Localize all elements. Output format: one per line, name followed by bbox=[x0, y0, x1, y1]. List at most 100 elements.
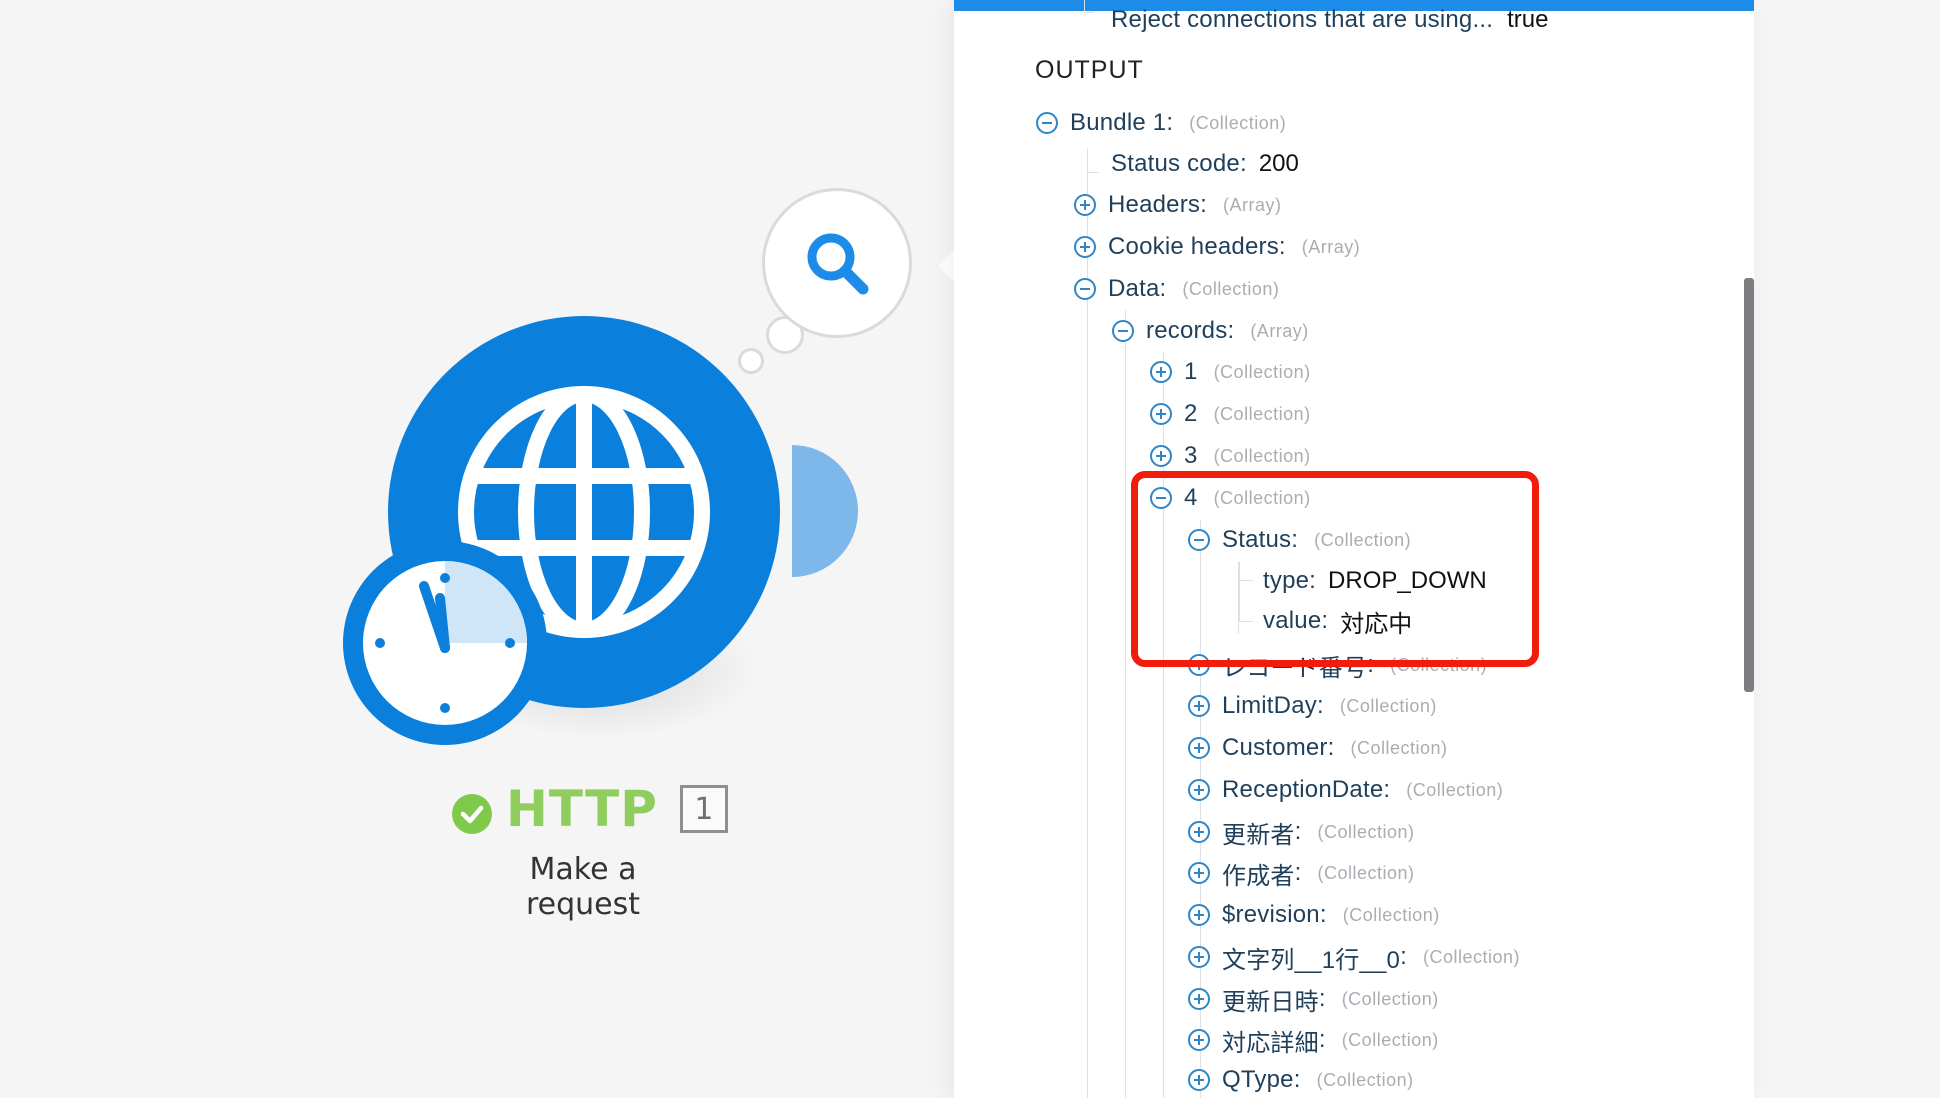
tree-row-headers[interactable]: Headers: (Array) bbox=[1074, 185, 1282, 225]
tree-guide bbox=[1087, 172, 1099, 173]
tree-row-type: (Collection) bbox=[1342, 904, 1440, 925]
tree-row-key: QType bbox=[1222, 1066, 1294, 1093]
tree-row-colon: : bbox=[1166, 109, 1174, 136]
tree-guide bbox=[1239, 580, 1253, 581]
tree-row-colon: : bbox=[1383, 776, 1391, 803]
expand-icon[interactable] bbox=[1188, 862, 1210, 884]
tree-row-colon: : bbox=[1400, 943, 1407, 970]
tree-row-colon: : bbox=[1294, 818, 1302, 845]
tree-guide bbox=[1239, 621, 1253, 622]
tree-guide bbox=[1239, 562, 1240, 622]
tree-row-key: Data bbox=[1108, 275, 1160, 302]
tree-row-record-number[interactable]: レコード番号: (Collection) bbox=[1188, 645, 1487, 685]
tree-row-type: (Array) bbox=[1301, 236, 1361, 257]
tree-row-key: 1 bbox=[1184, 358, 1198, 385]
tree-row-updated-at[interactable]: 更新日時: (Collection) bbox=[1188, 979, 1439, 1019]
tree-row-record-4[interactable]: 4 (Collection) bbox=[1150, 478, 1311, 518]
tree-row-key: Cookie headers bbox=[1108, 233, 1279, 260]
tree-row-key: Customer bbox=[1222, 734, 1328, 761]
tree-row-colon: : bbox=[1316, 692, 1324, 719]
expand-icon[interactable] bbox=[1074, 194, 1096, 216]
tree-row-value: true bbox=[1507, 6, 1549, 33]
tree-row-type: (Collection) bbox=[1314, 529, 1412, 550]
tree-row-key: Status code bbox=[1111, 150, 1240, 177]
output-section-title: OUTPUT bbox=[1035, 56, 1144, 84]
tree-row-type: (Collection) bbox=[1213, 361, 1311, 382]
collapse-icon[interactable] bbox=[1036, 112, 1058, 134]
tree-row-key: Bundle 1 bbox=[1070, 109, 1167, 136]
tree-row-record-1[interactable]: 1 (Collection) bbox=[1150, 352, 1311, 392]
tree-row-colon: : bbox=[1327, 734, 1335, 761]
tree-row-type: (Collection) bbox=[1341, 1029, 1439, 1050]
tree-row-limitday[interactable]: LimitDay: (Collection) bbox=[1188, 686, 1437, 726]
expand-icon[interactable] bbox=[1150, 445, 1172, 467]
tree-row-bundle-1[interactable]: Bundle 1: (Collection) bbox=[1036, 103, 1286, 143]
tree-row-reject-connections: Reject connections that are using... tru… bbox=[1111, 0, 1548, 40]
collapse-icon[interactable] bbox=[1150, 487, 1172, 509]
tree-row-updater[interactable]: 更新者: (Collection) bbox=[1188, 812, 1415, 852]
tree-row-value: 200 bbox=[1258, 150, 1299, 177]
tree-row-type: (Collection) bbox=[1317, 862, 1415, 883]
expand-icon[interactable] bbox=[1188, 737, 1210, 759]
tree-row-colon: : bbox=[1200, 191, 1207, 218]
expand-icon[interactable] bbox=[1074, 236, 1096, 258]
tree-row-colon: : bbox=[1319, 901, 1327, 928]
tree-row-key: ReceptionDate bbox=[1222, 776, 1384, 803]
expand-icon[interactable] bbox=[1188, 1069, 1210, 1091]
panel-scrollbar[interactable] bbox=[1744, 278, 1754, 692]
tree-row-records[interactable]: records: (Array) bbox=[1112, 311, 1309, 351]
tree-row-receptiondate[interactable]: ReceptionDate: (Collection) bbox=[1188, 770, 1503, 810]
expand-icon[interactable] bbox=[1188, 695, 1210, 717]
tree-row-key: Headers bbox=[1108, 191, 1201, 218]
expand-icon[interactable] bbox=[1150, 403, 1172, 425]
tree-row-key: $revision bbox=[1222, 901, 1320, 928]
tree-row-data[interactable]: Data: (Collection) bbox=[1074, 269, 1279, 309]
tree-row-type: (Collection) bbox=[1317, 821, 1415, 842]
tree-row-type: (Array) bbox=[1250, 320, 1309, 341]
expand-icon[interactable] bbox=[1188, 946, 1210, 968]
expand-icon[interactable] bbox=[1188, 904, 1210, 926]
collapse-icon[interactable] bbox=[1074, 278, 1096, 300]
tree-row-colon: : bbox=[1293, 1066, 1301, 1093]
expand-icon[interactable] bbox=[1150, 361, 1172, 383]
expand-icon[interactable] bbox=[1188, 1029, 1210, 1051]
tree-row-type: (Collection) bbox=[1406, 779, 1504, 800]
tree-row-key: value bbox=[1263, 607, 1322, 634]
tree-row-colon: : bbox=[1294, 859, 1302, 886]
tree-row-colon: : bbox=[1227, 317, 1235, 344]
module-connector-handle[interactable] bbox=[792, 445, 858, 577]
tree-row-type: (Collection) bbox=[1213, 403, 1311, 424]
tree-row-creator[interactable]: 作成者: (Collection) bbox=[1188, 853, 1415, 893]
tree-row-type: (Collection) bbox=[1341, 988, 1439, 1009]
tree-row-colon: : bbox=[1321, 607, 1329, 634]
tree-row-status-type: type: DROP_DOWN bbox=[1263, 561, 1487, 601]
tree-guide bbox=[1084, 12, 1094, 13]
tree-row-record-3[interactable]: 3 (Collection) bbox=[1150, 436, 1311, 476]
tree-row-type: (Collection) bbox=[1390, 654, 1488, 675]
tree-row-colon: : bbox=[1291, 526, 1299, 553]
expand-icon[interactable] bbox=[1188, 654, 1210, 676]
collapse-icon[interactable] bbox=[1112, 320, 1134, 342]
tree-row-record-2[interactable]: 2 (Collection) bbox=[1150, 394, 1311, 434]
expand-icon[interactable] bbox=[1188, 988, 1210, 1010]
tree-row-string-single-line[interactable]: 文字列__1行__0: (Collection) bbox=[1188, 937, 1520, 977]
tree-row-colon: : bbox=[1318, 985, 1326, 1012]
expand-icon[interactable] bbox=[1188, 821, 1210, 843]
tree-row-type: (Collection) bbox=[1422, 946, 1520, 967]
tree-row-qtype[interactable]: QType: (Collection) bbox=[1188, 1062, 1414, 1098]
tree-row-key: records bbox=[1146, 317, 1228, 344]
tree-row-key: Status bbox=[1222, 526, 1292, 553]
expand-icon[interactable] bbox=[1188, 779, 1210, 801]
tree-row-type: (Collection) bbox=[1339, 695, 1437, 716]
tree-row-colon: : bbox=[1309, 567, 1317, 594]
tree-row-customer[interactable]: Customer: (Collection) bbox=[1188, 728, 1448, 768]
scenario-canvas: HTTP 1 Make a request Reject connections… bbox=[0, 0, 1940, 1098]
tree-row-key: type bbox=[1263, 567, 1310, 594]
tree-row-response-detail[interactable]: 対応詳細: (Collection) bbox=[1188, 1020, 1439, 1060]
tree-row-status[interactable]: Status: (Collection) bbox=[1188, 520, 1411, 560]
tree-row-key: 2 bbox=[1184, 400, 1198, 427]
collapse-icon[interactable] bbox=[1188, 529, 1210, 551]
tree-row-revision[interactable]: $revision: (Collection) bbox=[1188, 895, 1440, 935]
tree-row-cookie-headers[interactable]: Cookie headers: (Array) bbox=[1074, 227, 1360, 267]
tree-row-colon: : bbox=[1318, 1026, 1326, 1053]
